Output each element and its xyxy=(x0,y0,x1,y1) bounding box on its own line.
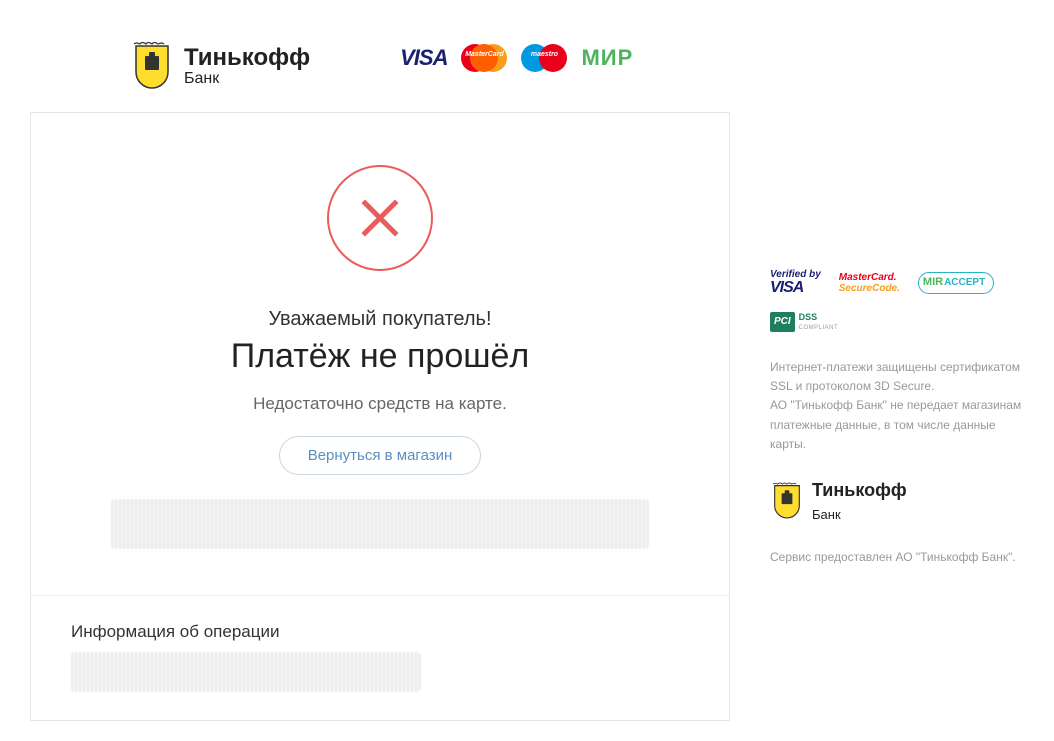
maestro-logo-icon: maestro xyxy=(521,44,567,72)
mir-logo-icon: МИР xyxy=(581,45,633,71)
security-sidebar: Verified by VISA MasterCard. SecureCode.… xyxy=(770,40,1024,721)
page-header: Тинькофф Банк VISA MasterCard maestro МИ… xyxy=(30,40,730,112)
mir-accept-icon: MIRACCEPT xyxy=(918,272,994,294)
bank-subtitle: Банк xyxy=(184,70,310,88)
return-to-shop-button[interactable]: Вернуться в магазин xyxy=(279,436,482,475)
greeting-text: Уважаемый покупатель! xyxy=(71,308,689,331)
result-title: Платёж не прошёл xyxy=(71,337,689,376)
payment-result-card: Уважаемый покупатель! Платёж не прошёл Н… xyxy=(30,112,730,721)
tinkoff-shield-icon xyxy=(130,40,174,92)
pci-dss-icon: PCI DSSCOMPLIANT xyxy=(770,312,838,332)
sidebar-bank-name: Тинькофф xyxy=(812,476,907,505)
security-badges: Verified by VISA MasterCard. SecureCode.… xyxy=(770,270,1024,332)
visa-logo-icon: VISA xyxy=(400,45,447,71)
redacted-content xyxy=(71,652,421,692)
mastercard-securecode-icon: MasterCard. SecureCode. xyxy=(839,272,900,294)
service-provider-text: Сервис предоставлен АО "Тинькофф Банк". xyxy=(770,548,1024,567)
security-disclaimer: Интернет-платежи защищены сертификатом S… xyxy=(770,358,1024,454)
payment-system-logos: VISA MasterCard maestro МИР xyxy=(400,40,633,72)
error-icon xyxy=(325,163,435,273)
mastercard-logo-icon: MasterCard xyxy=(461,44,507,72)
operation-info-label: Информация об операции xyxy=(71,622,689,642)
sidebar-bank-logo: Тинькофф Банк xyxy=(770,476,1024,526)
sidebar-bank-subtitle: Банк xyxy=(812,505,907,526)
verified-by-visa-icon: Verified by VISA xyxy=(770,270,821,296)
result-reason: Недостаточно средств на карте. xyxy=(71,394,689,414)
operation-info-section: Информация об операции xyxy=(31,595,729,720)
bank-logo: Тинькофф Банк xyxy=(130,40,310,92)
tinkoff-shield-icon xyxy=(770,481,804,521)
bank-name: Тинькофф xyxy=(184,44,310,72)
redacted-content xyxy=(111,499,649,549)
